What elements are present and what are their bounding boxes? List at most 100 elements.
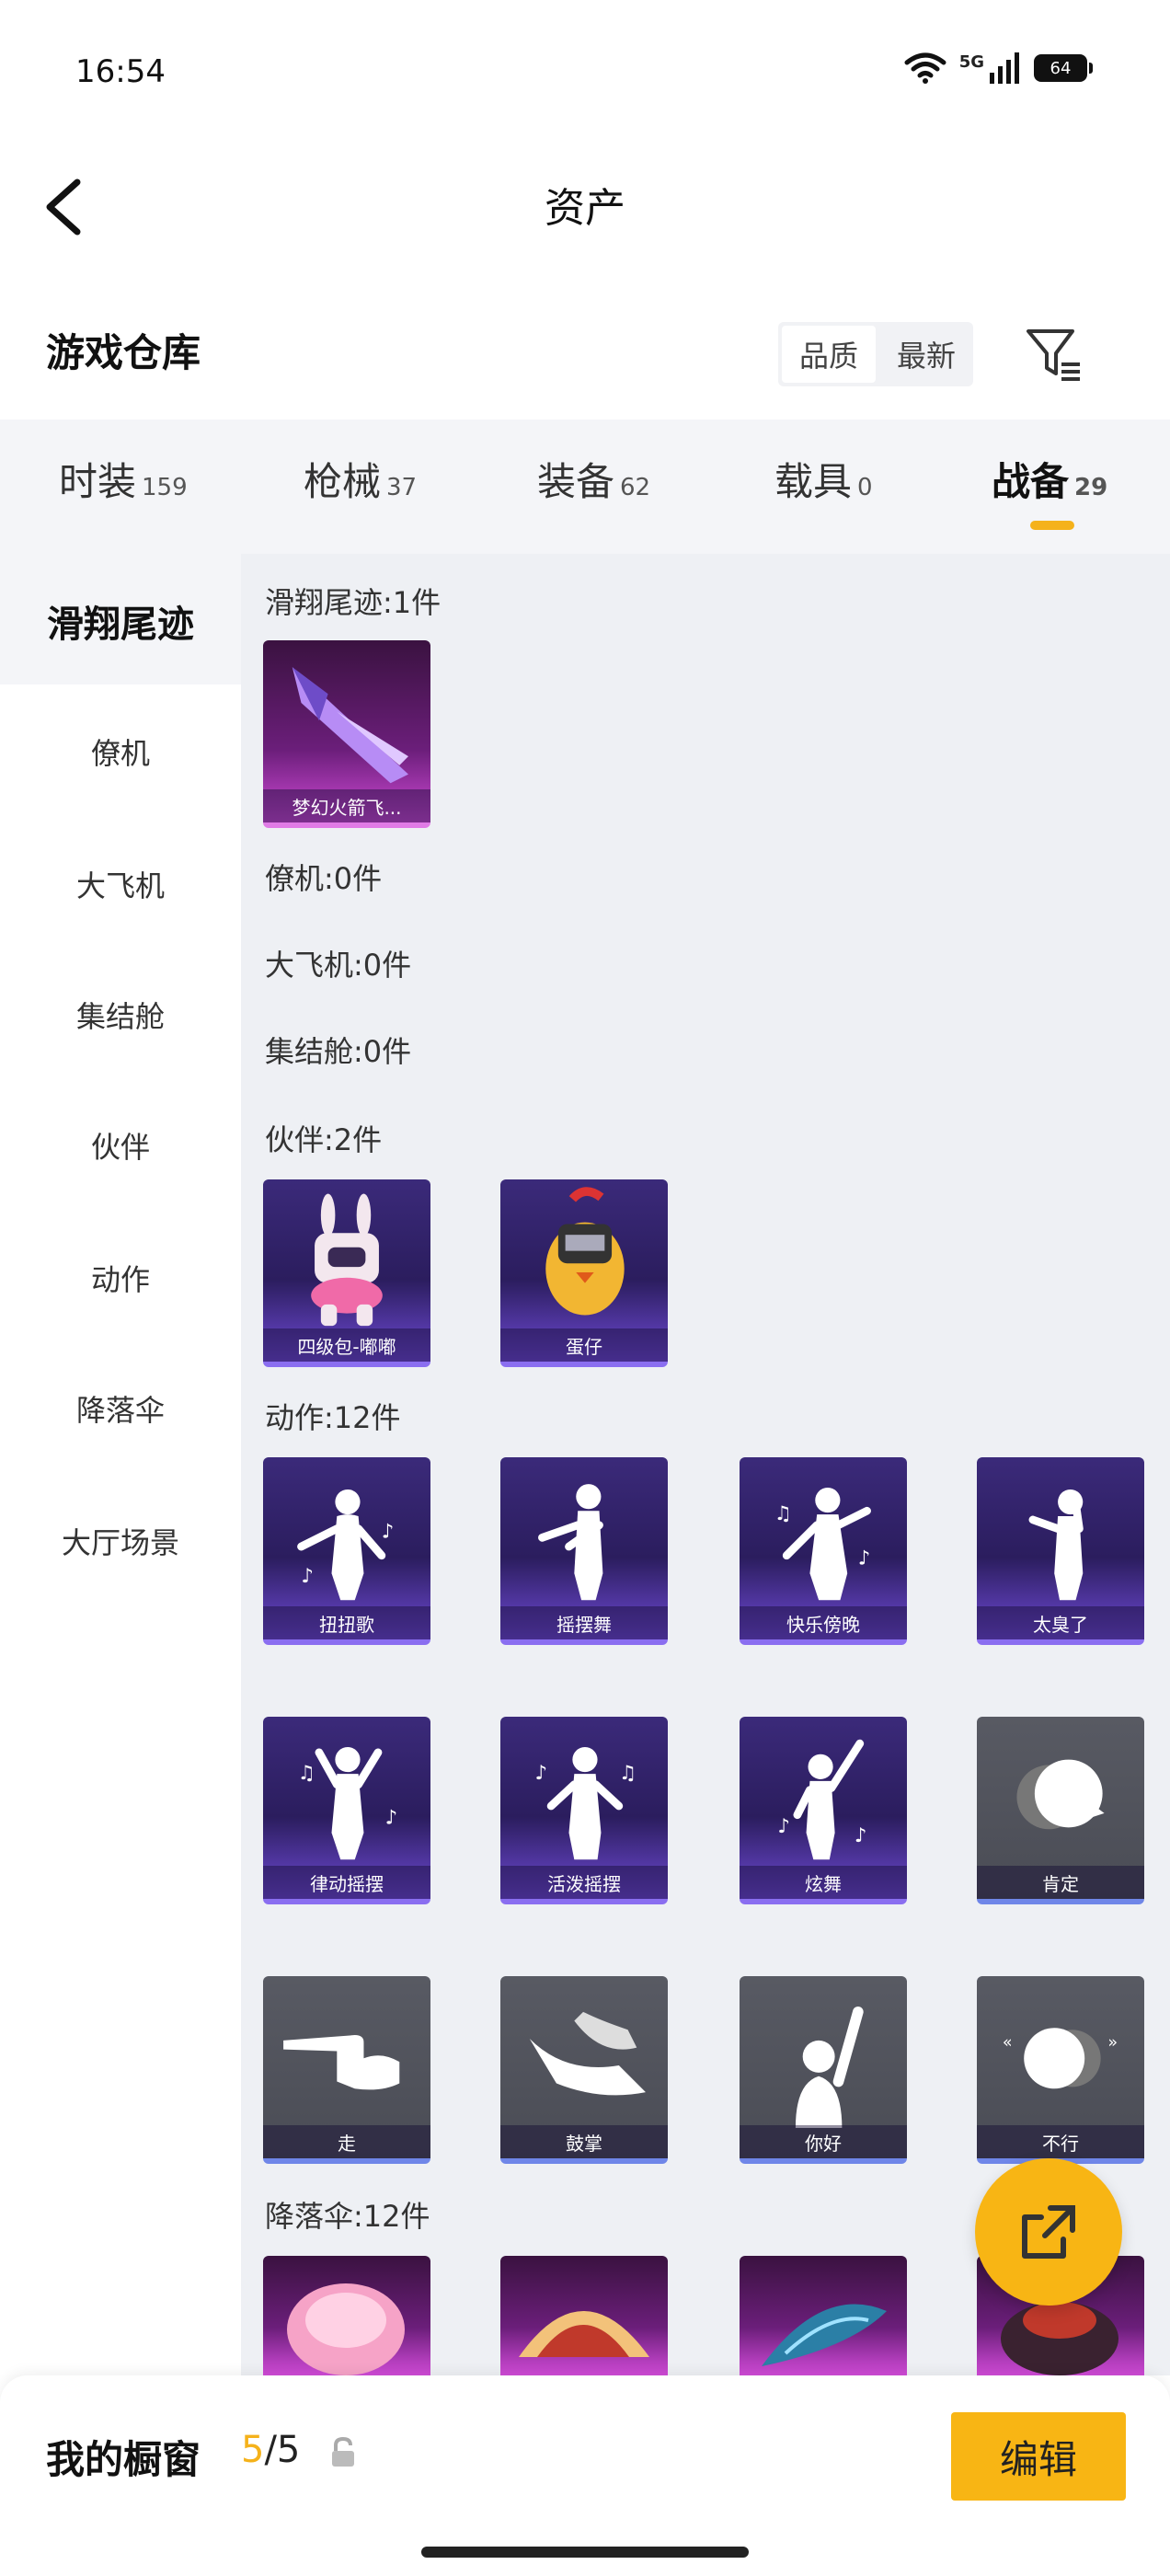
item-card[interactable]: 走	[263, 1976, 430, 2164]
showcase-label: 我的橱窗	[46, 2437, 201, 2482]
tab-label: 载具	[774, 459, 853, 504]
battery-level: 64	[1050, 58, 1072, 78]
section-title: 动作:12件	[265, 1400, 401, 1435]
item-label: 四级包-嘟嘟	[263, 1328, 430, 1362]
parachute-icon	[287, 2283, 405, 2375]
parachute-icon	[519, 2311, 649, 2357]
item-label: 不行	[977, 2125, 1144, 2158]
tab-label: 装备	[537, 459, 615, 504]
tab-count: 29	[1074, 474, 1108, 501]
tab-label: 时装	[59, 459, 137, 504]
edit-button[interactable]: 编辑	[951, 2412, 1126, 2501]
status-icons: 5G 64	[904, 52, 1093, 85]
svg-text:♫: ♫	[298, 1762, 315, 1785]
tab-fashion[interactable]: 时装 159	[59, 451, 188, 507]
warehouse-title: 游戏仓库	[46, 330, 201, 375]
item-label: 快乐傍晚	[740, 1606, 907, 1639]
network-label: 5G	[958, 52, 984, 72]
sort-toggle: 品质 最新	[778, 322, 973, 386]
item-card[interactable]: 你好	[740, 1976, 907, 2164]
item-label: 梦幻火箭飞...	[263, 789, 430, 822]
item-card[interactable]: 摇摆舞	[500, 1457, 668, 1645]
page-title: 资产	[545, 185, 625, 232]
tab-count: 62	[620, 474, 651, 501]
item-label: 走	[263, 2125, 430, 2158]
item-card[interactable]	[740, 2256, 907, 2375]
filter-button[interactable]	[1021, 322, 1085, 386]
section-title: 降落伞:12件	[265, 2199, 430, 2234]
item-card[interactable]: ♪ ♪ 扭扭歌	[263, 1457, 430, 1645]
section-title: 滑翔尾迹:1件	[265, 585, 442, 620]
item-card[interactable]: 梦幻火箭飞...	[263, 640, 430, 828]
svg-text:«: «	[1003, 2034, 1013, 2053]
tab-label: 战备	[992, 459, 1070, 504]
item-card[interactable]: ♪ ♫ 活泼摇摆	[500, 1717, 668, 1904]
svg-text:♫: ♫	[619, 1762, 637, 1785]
svg-text:♪: ♪	[385, 1806, 398, 1829]
item-label: 活泼摇摆	[500, 1866, 668, 1899]
item-label: 你好	[740, 2125, 907, 2158]
item-card[interactable]: 四级包-嘟嘟	[263, 1179, 430, 1367]
sidebar-item-partner[interactable]: 伙伴	[0, 1124, 241, 1167]
item-label: 蛋仔	[500, 1328, 668, 1362]
section-title: 伙伴:2件	[265, 1122, 383, 1157]
svg-text:♪: ♪	[535, 1762, 548, 1785]
tab-vehicles[interactable]: 载具 0	[774, 451, 873, 507]
tab-count: 37	[386, 474, 418, 501]
item-card[interactable]: ♫ ♪ 快乐傍晚	[740, 1457, 907, 1645]
section-title: 集结舱:0件	[265, 1034, 412, 1069]
showcase-count-current: 5	[241, 2429, 265, 2471]
section-title: 僚机:0件	[265, 861, 383, 896]
item-card[interactable]: 蛋仔	[500, 1179, 668, 1367]
sidebar-item-lobby-scene[interactable]: 大厅场景	[0, 1520, 241, 1562]
tab-weapons[interactable]: 枪械 37	[304, 451, 417, 507]
external-link-icon	[1022, 2205, 1075, 2259]
parachute-icon	[762, 2304, 887, 2366]
svg-text:♪: ♪	[778, 1815, 791, 1838]
filter-icon	[1027, 329, 1080, 381]
item-card[interactable]: « » 不行	[977, 1976, 1144, 2164]
wifi-icon	[904, 52, 946, 84]
item-card[interactable]: ♪ ♪ 炫舞	[740, 1717, 907, 1904]
item-label: 鼓掌	[500, 2125, 668, 2158]
svg-text:♪: ♪	[382, 1520, 395, 1543]
item-label: 律动摇摆	[263, 1866, 430, 1899]
item-card[interactable]: 太臭了	[977, 1457, 1144, 1645]
sort-quality-option[interactable]: 品质	[782, 326, 876, 383]
item-label: 摇摆舞	[500, 1606, 668, 1639]
item-label: 肯定	[977, 1866, 1144, 1899]
sidebar-item-pod[interactable]: 集结舱	[0, 994, 241, 1036]
item-card[interactable]: 肯定	[977, 1717, 1144, 1904]
showcase-count-total: /5	[264, 2429, 301, 2471]
tab-count: 0	[857, 474, 873, 501]
item-label: 扭扭歌	[263, 1606, 430, 1639]
sidebar-item-wingman[interactable]: 僚机	[0, 730, 241, 773]
showcase-count: 5/5	[241, 2429, 300, 2471]
tab-label: 枪械	[304, 459, 382, 504]
svg-text:♫: ♫	[774, 1502, 792, 1525]
lock-icon	[329, 2436, 357, 2469]
item-card[interactable]: 鼓掌	[500, 1976, 668, 2164]
sidebar-item-glide-trail[interactable]: 滑翔尾迹	[0, 594, 241, 648]
sidebar-item-parachute[interactable]: 降落伞	[0, 1387, 241, 1430]
svg-text:♪: ♪	[302, 1565, 315, 1588]
home-indicator	[421, 2547, 749, 2558]
item-card[interactable]	[500, 2256, 668, 2375]
status-time: 16:54	[75, 53, 166, 90]
signal-icon	[990, 52, 1019, 84]
tab-battle-prep[interactable]: 战备 29	[992, 451, 1107, 507]
item-card[interactable]: ♫ ♪ 律动摇摆	[263, 1717, 430, 1904]
share-fab[interactable]	[975, 2158, 1122, 2306]
svg-text:»: »	[1107, 2034, 1118, 2053]
item-card[interactable]	[263, 2256, 430, 2375]
sidebar-item-emote[interactable]: 动作	[0, 1257, 241, 1299]
battery-icon: 64	[1034, 54, 1093, 82]
sort-newest-option[interactable]: 最新	[879, 322, 973, 386]
svg-text:♪: ♪	[858, 1547, 871, 1570]
item-label: 炫舞	[740, 1866, 907, 1899]
svg-text:♪: ♪	[855, 1824, 867, 1847]
tab-equipment[interactable]: 装备 62	[537, 451, 650, 507]
item-label: 太臭了	[977, 1606, 1144, 1639]
sidebar-item-plane[interactable]: 大飞机	[0, 863, 241, 905]
active-tab-indicator	[1030, 521, 1074, 530]
